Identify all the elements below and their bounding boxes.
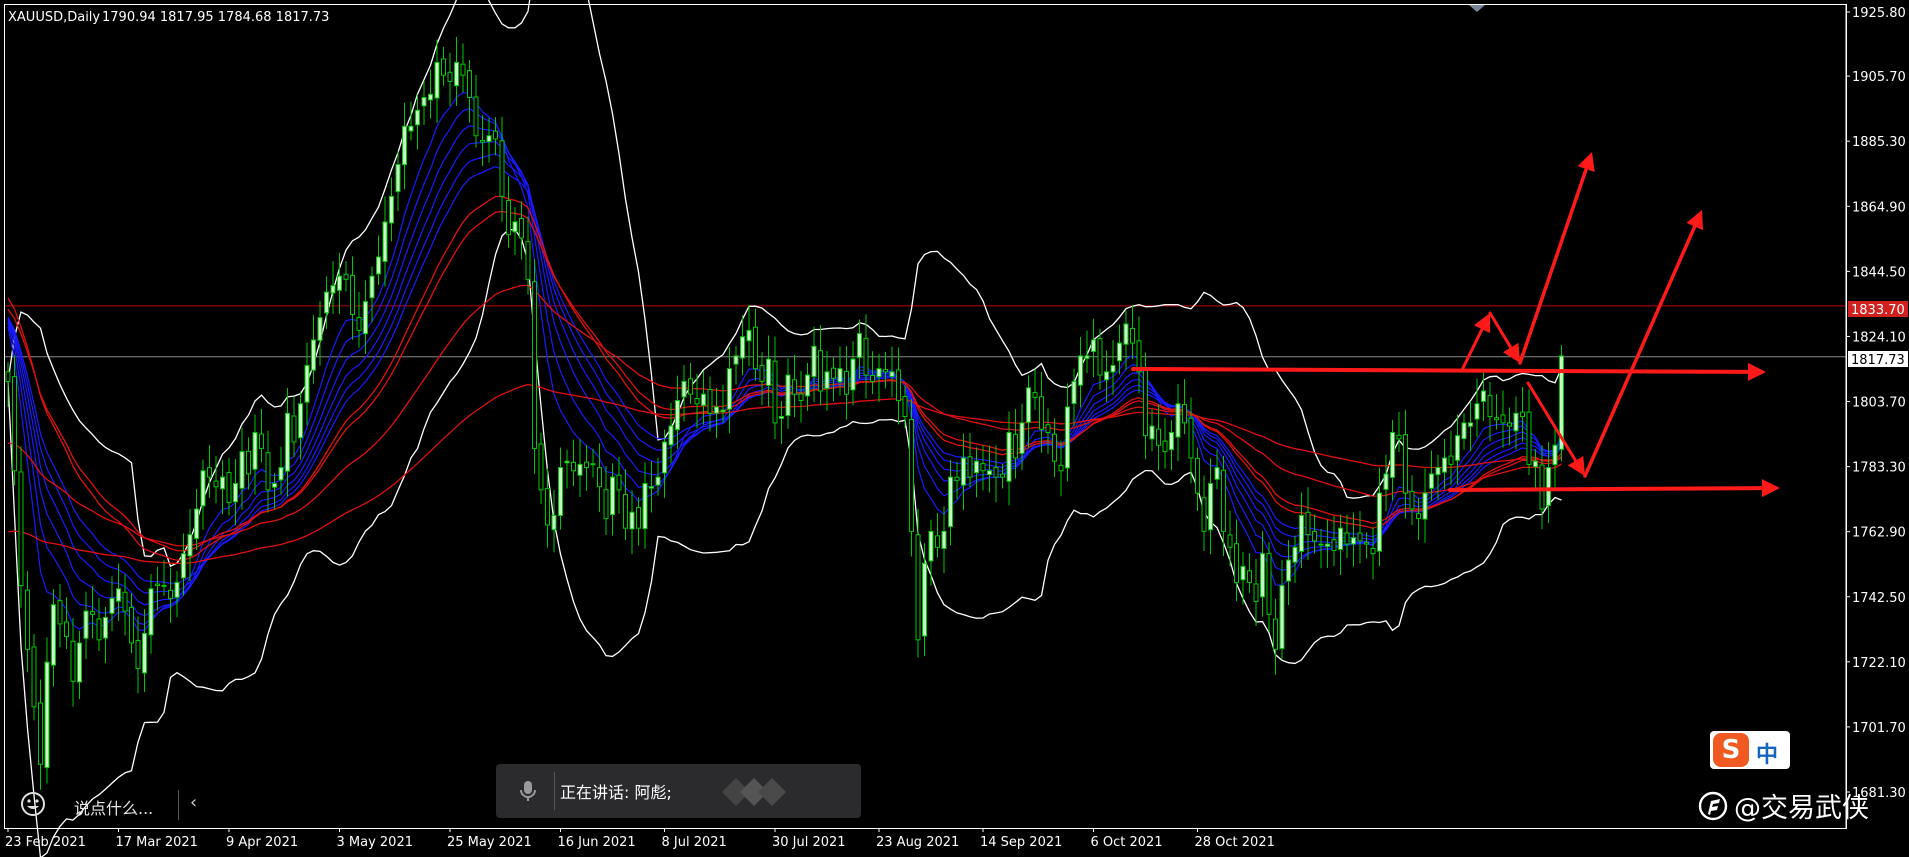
chevron-left-icon[interactable]: ‹ [190, 792, 197, 813]
time-tick-label: 30 Jul 2021 [772, 835, 846, 850]
price-tick-label: 1783.30 [1852, 461, 1906, 476]
speaker-avatar-shape [722, 778, 786, 806]
emoji-icon[interactable] [20, 791, 46, 817]
microphone-icon[interactable] [516, 779, 540, 803]
price-tick-label: 1824.10 [1852, 330, 1906, 345]
time-tick-label: 25 May 2021 [447, 835, 532, 850]
divider [554, 772, 555, 810]
time-tick-label: 23 Feb 2021 [5, 835, 86, 850]
chart-ohlc: 1790.94 1817.95 1784.68 1817.73 [102, 10, 329, 25]
price-tick-label: 1803.70 [1852, 396, 1906, 411]
price-tick-label: 1885.30 [1852, 135, 1906, 150]
price-tick-label: 1762.90 [1852, 526, 1906, 541]
last-price-label: 1817.73 [1851, 353, 1905, 368]
time-tick-label: 8 Jul 2021 [662, 835, 727, 850]
speaking-status: 正在讲话: 阿彪; [560, 783, 672, 802]
time-tick-label: 28 Oct 2021 [1195, 835, 1275, 850]
time-tick-label: 16 Jun 2021 [558, 835, 636, 850]
time-tick-label: 23 Aug 2021 [876, 835, 959, 850]
price-tick-label: 1925.80 [1852, 6, 1906, 21]
price-chart[interactable]: 1925.80 1905.70 1885.30 1864.90 1844.50 1824.… [0, 0, 1909, 857]
level-price-label: 1833.70 [1851, 303, 1905, 318]
watermark-text: @交易武侠 [1734, 793, 1869, 824]
price-tick-label: 1742.50 [1852, 591, 1906, 606]
fan-logo-icon [1698, 791, 1728, 821]
price-tick-label: 1844.50 [1852, 265, 1906, 280]
time-tick-label: 6 Oct 2021 [1091, 835, 1163, 850]
time-tick-label: 17 Mar 2021 [116, 835, 198, 850]
time-tick-label: 14 Sep 2021 [980, 835, 1062, 850]
price-tick-label: 1722.10 [1852, 656, 1906, 671]
chart-symbol: XAUUSD,Daily [8, 10, 100, 25]
candle [1559, 345, 1564, 462]
price-tick-label: 1701.70 [1852, 721, 1906, 736]
ime-indicator[interactable]: S 中 [1710, 731, 1790, 769]
price-tick-label: 1864.90 [1852, 200, 1906, 215]
time-tick-label: 9 Apr 2021 [226, 835, 298, 850]
ime-mode-label: 中 [1756, 743, 1779, 768]
watermark: @交易武侠 [1698, 786, 1869, 825]
chat-placeholder[interactable]: 说点什么... [74, 795, 153, 819]
voice-chat-overlay: 正在讲话: 阿彪; [496, 764, 861, 818]
candle [532, 259, 537, 474]
time-tick-label: 3 May 2021 [337, 835, 414, 850]
sogou-logo-icon: S [1713, 733, 1749, 767]
price-tick-label: 1905.70 [1852, 70, 1906, 85]
chat-input-bar[interactable]: 说点什么... ‹ [8, 782, 208, 828]
divider [178, 790, 179, 820]
